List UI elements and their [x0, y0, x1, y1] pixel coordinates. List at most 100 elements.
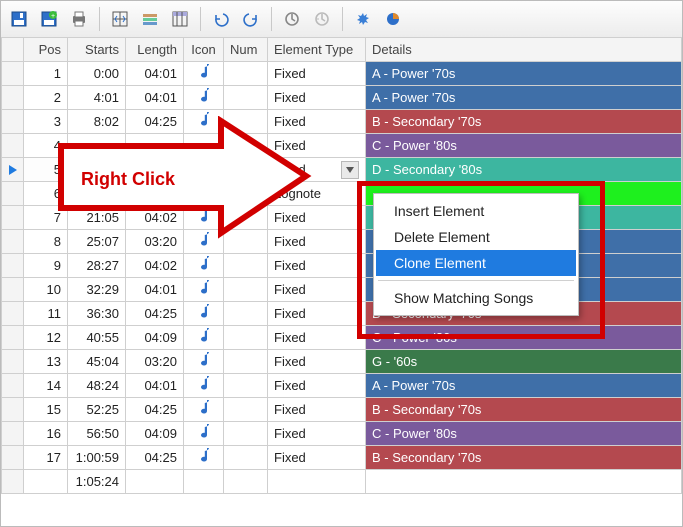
cell-length[interactable]: 0: [126, 182, 184, 206]
cell-length[interactable]: [126, 134, 184, 158]
cell-details[interactable]: [366, 470, 682, 494]
cell-pos[interactable]: [24, 470, 68, 494]
table-row[interactable]: 1:05:24: [2, 470, 682, 494]
cell-element-type[interactable]: Fixed: [268, 134, 366, 158]
col-icon[interactable]: Icon: [184, 38, 224, 62]
cell-starts[interactable]: 25:07: [68, 230, 126, 254]
column-props-button[interactable]: [166, 5, 194, 33]
cell-num[interactable]: [224, 86, 268, 110]
chart-pie-button[interactable]: [379, 5, 407, 33]
col-etype[interactable]: Element Type: [268, 38, 366, 62]
cell-pos[interactable]: 10: [24, 278, 68, 302]
cell-starts[interactable]: 1:05:24: [68, 470, 126, 494]
cell-details[interactable]: D - Secondary '80s: [366, 158, 682, 182]
cell-num[interactable]: [224, 62, 268, 86]
cell-num[interactable]: [224, 110, 268, 134]
cell-pos[interactable]: 8: [24, 230, 68, 254]
cell-details[interactable]: A - Power '70s: [366, 62, 682, 86]
cell-element-type[interactable]: Fixed: [268, 206, 366, 230]
cell-num[interactable]: [224, 350, 268, 374]
cell-num[interactable]: [224, 326, 268, 350]
cell-element-type[interactable]: Fixed: [268, 278, 366, 302]
cell-element-type[interactable]: Fixed: [268, 62, 366, 86]
cell-starts[interactable]: 0:00: [68, 62, 126, 86]
row-props-button[interactable]: [136, 5, 164, 33]
cell-num[interactable]: [224, 254, 268, 278]
context-menu[interactable]: Insert ElementDelete ElementClone Elemen…: [373, 193, 579, 316]
cell-icon[interactable]: [184, 134, 224, 158]
table-row[interactable]: 1656:5004:09FixedC - Power '80s: [2, 422, 682, 446]
cell-icon[interactable]: [184, 374, 224, 398]
cell-pos[interactable]: 4: [24, 134, 68, 158]
cell-element-type[interactable]: Fixed: [268, 326, 366, 350]
cell-element-type[interactable]: Fixed: [268, 230, 366, 254]
cell-length[interactable]: 04:02: [126, 254, 184, 278]
menu-item-delete-element[interactable]: Delete Element: [376, 224, 576, 250]
cell-icon[interactable]: [184, 62, 224, 86]
cell-icon[interactable]: [184, 422, 224, 446]
table-row[interactable]: 1136:3004:25FixedB - Secondary '70s: [2, 302, 682, 326]
cell-element-type[interactable]: Fixed: [268, 350, 366, 374]
cell-length[interactable]: 04:25: [126, 110, 184, 134]
cell-pos[interactable]: 1: [24, 62, 68, 86]
cell-starts[interactable]: 36:30: [68, 302, 126, 326]
cell-num[interactable]: [224, 398, 268, 422]
cell-icon[interactable]: [184, 158, 224, 182]
cell-icon[interactable]: [184, 206, 224, 230]
settings-button[interactable]: [349, 5, 377, 33]
table-row[interactable]: 38:0204:25FixedB - Secondary '70s: [2, 110, 682, 134]
cell-pos[interactable]: 15: [24, 398, 68, 422]
table-row[interactable]: 171:00:5904:25FixedB - Secondary '70s: [2, 446, 682, 470]
cell-element-type[interactable]: Fixed: [268, 398, 366, 422]
cell-icon[interactable]: [184, 470, 224, 494]
cell-num[interactable]: [224, 470, 268, 494]
cell-icon[interactable]: [184, 182, 224, 206]
cell-element-type[interactable]: Fixed: [268, 158, 366, 182]
cell-element-type[interactable]: Fixed: [268, 422, 366, 446]
cell-length[interactable]: 03:20: [126, 230, 184, 254]
cell-starts[interactable]: [68, 158, 126, 182]
cell-num[interactable]: [224, 182, 268, 206]
sync-button[interactable]: [308, 5, 336, 33]
cell-starts[interactable]: 21:05: [68, 182, 126, 206]
grid-split-button[interactable]: [106, 5, 134, 33]
refresh-button[interactable]: [278, 5, 306, 33]
cell-length[interactable]: 04:09: [126, 326, 184, 350]
cell-pos[interactable]: 7: [24, 206, 68, 230]
dropdown-button[interactable]: [341, 161, 359, 179]
table-row[interactable]: 24:0104:01FixedA - Power '70s: [2, 86, 682, 110]
table-row[interactable]: 721:0504:02Fixed: [2, 206, 682, 230]
table-row[interactable]: 1032:2904:01Fixed: [2, 278, 682, 302]
cell-pos[interactable]: 13: [24, 350, 68, 374]
cell-element-type[interactable]: Fixed: [268, 110, 366, 134]
cell-length[interactable]: 04:09: [126, 422, 184, 446]
cell-starts[interactable]: 56:50: [68, 422, 126, 446]
cell-details[interactable]: B - Secondary '70s: [366, 110, 682, 134]
menu-item-show-matching-songs[interactable]: Show Matching Songs: [376, 285, 576, 311]
cell-icon[interactable]: [184, 446, 224, 470]
cell-starts[interactable]: 48:24: [68, 374, 126, 398]
redo-button[interactable]: [237, 5, 265, 33]
save-as-button[interactable]: +: [35, 5, 63, 33]
cell-icon[interactable]: [184, 86, 224, 110]
cell-element-type[interactable]: Fixed: [268, 302, 366, 326]
cell-icon[interactable]: [184, 110, 224, 134]
cell-num[interactable]: [224, 134, 268, 158]
cell-num[interactable]: [224, 302, 268, 326]
table-row[interactable]: 4 FixedC - Power '80s: [2, 134, 682, 158]
cell-num[interactable]: [224, 158, 268, 182]
cell-length[interactable]: 04:25: [126, 446, 184, 470]
cell-icon[interactable]: [184, 350, 224, 374]
table-row[interactable]: 825:0703:20 Fixed: [2, 230, 682, 254]
cell-details[interactable]: C - Power '80s: [366, 134, 682, 158]
col-details[interactable]: Details: [366, 38, 682, 62]
save-button[interactable]: [5, 5, 33, 33]
cell-num[interactable]: [224, 230, 268, 254]
menu-item-insert-element[interactable]: Insert Element: [376, 198, 576, 224]
cell-details[interactable]: G - '60s: [366, 350, 682, 374]
col-num[interactable]: Num: [224, 38, 268, 62]
cell-details[interactable]: C - Power '80s: [366, 326, 682, 350]
cell-length[interactable]: [126, 470, 184, 494]
cell-length[interactable]: 03:20: [126, 350, 184, 374]
cell-length[interactable]: 04:25: [126, 398, 184, 422]
